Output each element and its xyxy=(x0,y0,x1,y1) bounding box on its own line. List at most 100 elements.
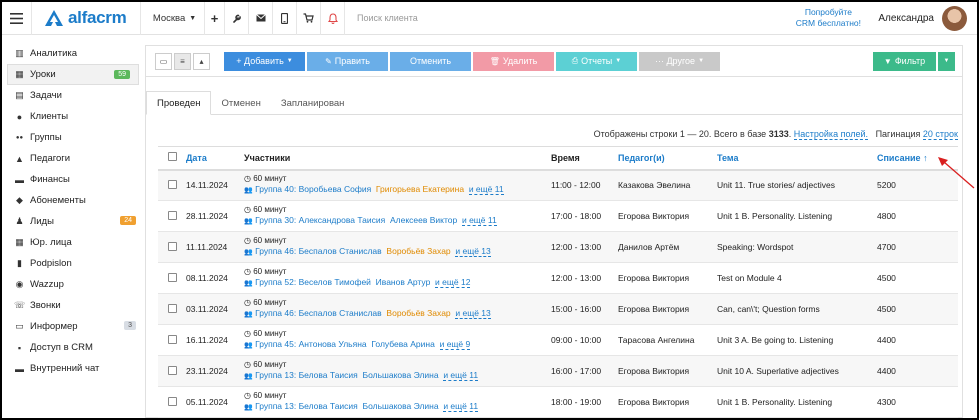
add-lesson-button[interactable]: + Добавить ▼ xyxy=(224,51,305,71)
row-checkbox[interactable] xyxy=(168,272,177,282)
row-date: 23.11.2024 xyxy=(183,355,241,387)
student-link[interactable]: Голубева Арина xyxy=(371,339,434,349)
pagination-link[interactable]: 20 строк xyxy=(922,129,958,140)
more-students-link[interactable]: и ещё 11 xyxy=(443,401,479,412)
sidebar-item-6[interactable]: ▬ Финансы xyxy=(2,169,144,190)
sidebar-item-3[interactable]: ● Клиенты xyxy=(2,106,144,127)
row-checkbox[interactable] xyxy=(168,179,177,189)
promo-line-1: Попробуйте xyxy=(804,7,852,17)
table-row[interactable]: 03.11.2024 ◷ 60 минут 👥 Группа 46: Беспало… xyxy=(158,293,958,325)
table-row[interactable]: 11.11.2024 ◷ 60 минут 👥 Группа 46: Беспало… xyxy=(158,231,958,263)
student-link[interactable]: Григорьева Екатерина xyxy=(376,184,464,194)
more-students-link[interactable]: и ещё 13 xyxy=(455,308,491,319)
group-link[interactable]: Группа 13: Белова Таисия xyxy=(255,401,358,411)
select-all-checkbox[interactable] xyxy=(168,152,177,162)
row-checkbox[interactable] xyxy=(168,334,177,344)
city-name: Москва xyxy=(152,12,186,24)
sidebar-item-12[interactable]: ☏ Звонки xyxy=(2,295,144,316)
student-link[interactable]: Большакова Элина xyxy=(363,370,439,380)
column-date[interactable]: Дата xyxy=(183,146,241,171)
cancel-lesson-button[interactable]: Отменить xyxy=(390,51,471,71)
more-students-link[interactable]: и ещё 11 xyxy=(443,370,479,381)
column-topic[interactable]: Тема xyxy=(714,146,874,171)
client-search-input[interactable]: Поиск клиента xyxy=(345,2,788,35)
more-students-link[interactable]: и ещё 12 xyxy=(435,277,471,288)
free-trial-link[interactable]: Попробуйте CRM бесплатно! xyxy=(788,7,868,29)
table-row[interactable]: 23.11.2024 ◷ 60 минут 👥 Группа 13: Белова … xyxy=(158,355,958,387)
sidebar-item-2[interactable]: ▤ Задачи xyxy=(2,85,144,106)
student-link[interactable]: Иванов Артур xyxy=(376,277,431,287)
city-selector[interactable]: Москва ▼ xyxy=(141,2,205,35)
student-link[interactable]: Воробьёв Захар xyxy=(386,308,450,318)
row-checkbox[interactable] xyxy=(168,210,177,220)
group-link[interactable]: Группа 40: Воробьева София xyxy=(255,184,371,194)
student-link[interactable]: Большакова Элина xyxy=(363,401,439,411)
list-view-button[interactable]: ≡ xyxy=(174,52,191,70)
table-row[interactable]: 08.11.2024 ◷ 60 минут 👥 Группа 52: Веселов… xyxy=(158,262,958,294)
sidebar-item-9[interactable]: ▦ Юр. лица xyxy=(2,232,144,253)
group-link[interactable]: Группа 52: Веселов Тимофей xyxy=(255,277,371,287)
row-checkbox[interactable] xyxy=(168,241,177,251)
group-link[interactable]: Группа 46: Беспалов Станислав xyxy=(255,308,382,318)
table-row[interactable]: 28.11.2024 ◷ 60 минут 👥 Группа 30: Алексан… xyxy=(158,200,958,232)
group-link[interactable]: Группа 13: Белова Таисия xyxy=(255,370,358,380)
logo-text: alfacrm xyxy=(68,8,127,27)
user-name[interactable]: Александра xyxy=(878,13,934,24)
sidebar-item-10[interactable]: ▮ Podpislon xyxy=(2,253,144,274)
filter-options-button[interactable]: ▼ xyxy=(938,51,955,71)
reports-button[interactable]: ⎙ Отчеты ▼ xyxy=(556,51,637,71)
mail-button[interactable] xyxy=(249,2,273,35)
group-link[interactable]: Группа 30: Александрова Таисия xyxy=(255,215,385,225)
student-link[interactable]: Воробьёв Захар xyxy=(386,246,450,256)
calendar-view-button[interactable]: ▭ xyxy=(155,52,172,70)
row-duration: ◷ 60 минут xyxy=(244,329,548,339)
row-group: 👥 Группа 13: Белова Таисия Большакова Эл… xyxy=(244,370,548,382)
sidebar-item-5[interactable]: ▲ Педагоги xyxy=(2,148,144,169)
table-row[interactable]: 14.11.2024 ◷ 60 минут 👥 Группа 40: Воробье… xyxy=(158,169,958,201)
sidebar-item-13[interactable]: ▭ Информер 3 xyxy=(2,316,144,337)
tab-0[interactable]: Проведен xyxy=(146,91,212,115)
hamburger-menu-button[interactable] xyxy=(2,2,32,35)
row-checkbox[interactable] xyxy=(168,396,177,406)
filter-button[interactable]: ▼ Фильтр xyxy=(873,51,936,71)
lesson-view-button[interactable]: ▴ xyxy=(193,52,210,70)
sidebar-item-11[interactable]: ◉ Wazzup xyxy=(2,274,144,295)
sidebar-item-8[interactable]: ♟ Лиды 24 xyxy=(2,211,144,232)
sidebar-item-15[interactable]: ▬ Внутренний чат xyxy=(2,358,144,379)
add-button[interactable]: + xyxy=(205,2,225,35)
sidebar-item-label: Лиды xyxy=(30,216,54,227)
more-students-link[interactable]: и ещё 9 xyxy=(439,339,471,350)
edit-button[interactable]: ✎ Править xyxy=(307,51,388,71)
logo[interactable]: alfacrm xyxy=(32,2,141,35)
more-students-link[interactable]: и ещё 11 xyxy=(468,184,504,196)
sidebar-item-7[interactable]: ◆ Абонементы xyxy=(2,190,144,211)
field-settings-link[interactable]: Настройка полей. xyxy=(793,129,869,140)
graduation-cap-icon: ▲ xyxy=(15,153,24,164)
more-students-link[interactable]: и ещё 13 xyxy=(455,246,491,257)
avatar[interactable] xyxy=(942,5,967,31)
row-checkbox[interactable] xyxy=(168,365,177,375)
settings-button[interactable] xyxy=(225,2,249,35)
tab-1[interactable]: Отменен xyxy=(211,91,270,115)
sidebar-item-1[interactable]: ▦ Уроки 59 xyxy=(7,64,139,85)
delete-button[interactable]: 🗑 Удалить xyxy=(473,51,554,71)
sidebar-item-0[interactable]: ▥ Аналитика xyxy=(2,43,144,64)
mobile-button[interactable] xyxy=(273,2,297,35)
row-date: 03.11.2024 xyxy=(183,293,241,325)
row-group: 👥 Группа 45: Антонова Ульяна Голубева Ар… xyxy=(244,339,548,351)
more-students-link[interactable]: и ещё 11 xyxy=(461,215,497,226)
table-row[interactable]: 16.11.2024 ◷ 60 минут 👥 Группа 45: Антонов… xyxy=(158,324,958,356)
notifications-button[interactable] xyxy=(321,2,345,35)
sidebar-item-14[interactable]: ▪ Доступ в CRM xyxy=(2,337,144,358)
column-teacher[interactable]: Педагог(и) xyxy=(615,146,714,171)
row-checkbox[interactable] xyxy=(168,303,177,313)
other-button[interactable]: ··· Другое ▼ xyxy=(639,51,720,71)
group-link[interactable]: Группа 45: Антонова Ульяна xyxy=(255,339,367,349)
hamburger-icon xyxy=(10,12,23,24)
group-link[interactable]: Группа 46: Беспалов Станислав xyxy=(255,246,382,256)
sidebar-item-4[interactable]: ●● Группы xyxy=(2,127,144,148)
tab-2[interactable]: Запланирован xyxy=(271,91,355,115)
table-row[interactable]: 05.11.2024 ◷ 60 минут 👥 Группа 13: Белова … xyxy=(158,386,958,418)
cart-button[interactable] xyxy=(297,2,321,35)
student-link[interactable]: Алексеев Виктор xyxy=(390,215,457,225)
